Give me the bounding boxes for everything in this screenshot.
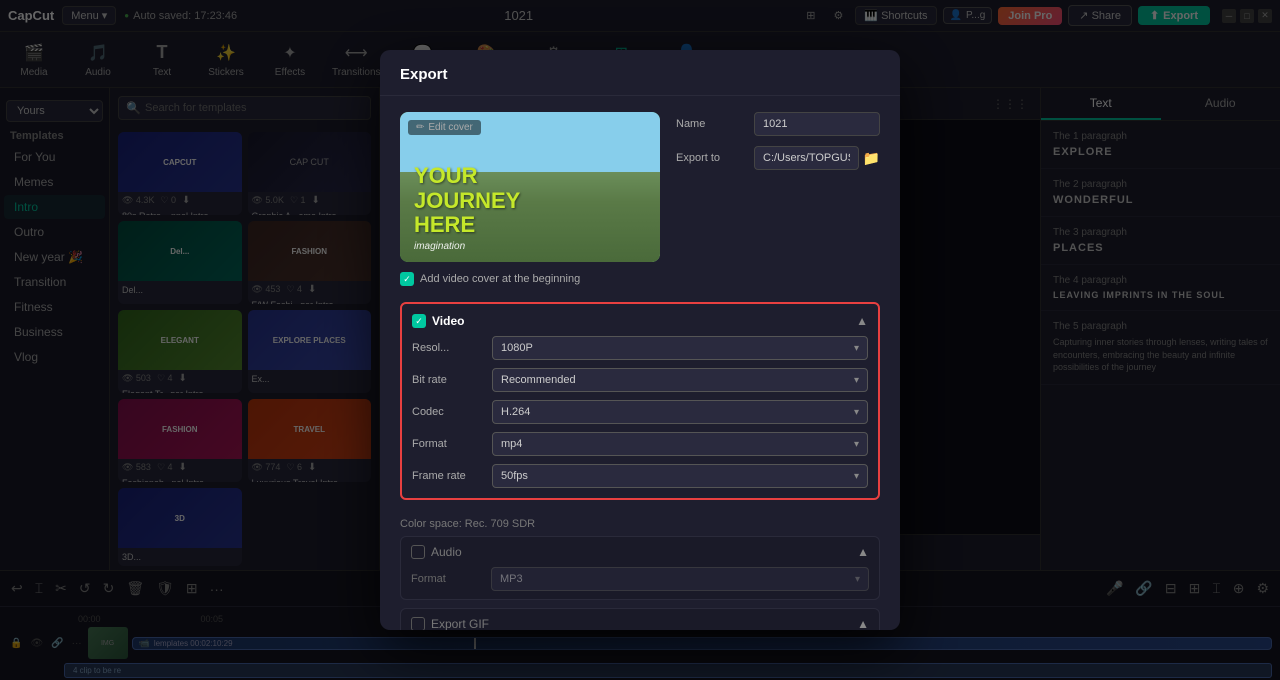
- framerate-label: Frame rate: [412, 470, 492, 482]
- bitrate-label: Bit rate: [412, 374, 492, 386]
- audio-checkbox: [411, 545, 425, 559]
- gif-checkbox: [411, 617, 425, 630]
- gif-section: Export GIF ▲: [400, 608, 880, 630]
- framerate-row: Frame rate 50fps ▾: [412, 464, 868, 488]
- audio-section: Audio ▲ Format MP3 ▾: [400, 536, 880, 600]
- name-row: Name: [676, 112, 880, 136]
- audio-format-row: Format MP3 ▾: [411, 567, 869, 591]
- check-icon: ✓: [400, 272, 414, 286]
- add-cover-checkbox[interactable]: ✓ Add video cover at the beginning: [400, 272, 660, 286]
- modal-settings: Name Export to 📁: [676, 112, 880, 286]
- gif-section-title: Export GIF: [431, 617, 851, 630]
- export-modal: Export ✏ Edit cover YOURJOURNEYHERE imag…: [380, 50, 900, 630]
- name-label: Name: [676, 118, 746, 130]
- preview-overlay-text: YOURJOURNEYHERE imagination: [414, 164, 646, 252]
- bitrate-select[interactable]: Recommended ▾: [492, 368, 868, 392]
- video-checkbox: ✓: [412, 314, 426, 328]
- resolution-label: Resol...: [412, 342, 492, 354]
- audio-section-title: Audio: [431, 545, 851, 559]
- preview-main-text: YOURJOURNEYHERE: [414, 164, 646, 237]
- video-collapse-icon[interactable]: ▲: [856, 314, 868, 328]
- format-label: Format: [412, 438, 492, 450]
- audio-collapse-icon[interactable]: ▲: [857, 545, 869, 559]
- video-section: ✓ Video ▲ Resol... 1080P ▾ Bit rate Reco…: [400, 302, 880, 500]
- resolution-row: Resol... 1080P ▾: [412, 336, 868, 360]
- export-to-value: 📁: [754, 146, 880, 170]
- video-section-header[interactable]: ✓ Video ▲: [412, 314, 868, 328]
- gif-section-header[interactable]: Export GIF ▲: [411, 617, 869, 630]
- format-select[interactable]: mp4 ▾: [492, 432, 868, 456]
- gif-collapse-icon[interactable]: ▲: [857, 617, 869, 630]
- bitrate-row: Bit rate Recommended ▾: [412, 368, 868, 392]
- framerate-select[interactable]: 50fps ▾: [492, 464, 868, 488]
- modal-header: Export: [380, 50, 900, 96]
- edit-cover-button[interactable]: ✏ Edit cover: [408, 120, 481, 135]
- preview-image: ✏ Edit cover YOURJOURNEYHERE imagination: [400, 112, 660, 262]
- preview-sub-text: imagination: [414, 241, 646, 252]
- codec-label: Codec: [412, 406, 492, 418]
- name-value: [754, 112, 880, 136]
- audio-format-select[interactable]: MP3 ▾: [491, 567, 869, 591]
- export-path-input[interactable]: [754, 146, 859, 170]
- modal-body: ✏ Edit cover YOURJOURNEYHERE imagination…: [380, 96, 900, 302]
- export-to-label: Export to: [676, 152, 746, 164]
- add-cover-label: Add video cover at the beginning: [420, 273, 580, 285]
- audio-section-header[interactable]: Audio ▲: [411, 545, 869, 559]
- codec-row: Codec H.264 ▾: [412, 400, 868, 424]
- name-input[interactable]: [754, 112, 880, 136]
- color-space: Color space: Rec. 709 SDR: [380, 512, 900, 536]
- modal-overlay: Export ✏ Edit cover YOURJOURNEYHERE imag…: [0, 0, 1280, 680]
- audio-format-label: Format: [411, 573, 491, 585]
- resolution-select[interactable]: 1080P ▾: [492, 336, 868, 360]
- modal-title: Export: [400, 66, 448, 83]
- video-section-title: Video: [432, 314, 850, 328]
- folder-icon[interactable]: 📁: [863, 150, 880, 167]
- modal-preview: ✏ Edit cover YOURJOURNEYHERE imagination…: [400, 112, 660, 286]
- format-row: Format mp4 ▾: [412, 432, 868, 456]
- export-to-row: Export to 📁: [676, 146, 880, 170]
- codec-select[interactable]: H.264 ▾: [492, 400, 868, 424]
